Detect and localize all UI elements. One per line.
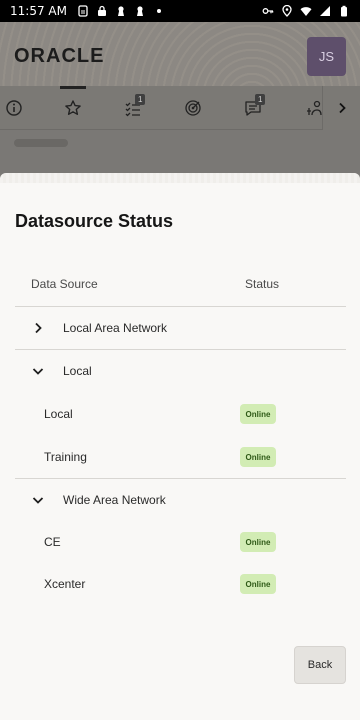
sim-icon: [77, 5, 89, 17]
datasource-name: CE: [44, 535, 61, 549]
dot-icon: [153, 5, 165, 17]
datasource-status-sheet: Datasource Status Data Source Status Loc…: [0, 173, 360, 720]
tab-goals[interactable]: [171, 86, 215, 130]
datasource-row: Local Online: [15, 393, 346, 436]
status-badge: Online: [240, 447, 276, 467]
table-header: Data Source Status: [15, 263, 346, 307]
star-icon: [65, 100, 81, 115]
wifi-icon: [300, 5, 312, 17]
keyhole-icon: [134, 5, 146, 17]
chevron-right-icon[interactable]: [31, 321, 45, 335]
chevron-right-icon: [338, 102, 346, 114]
group-name: Local Area Network: [63, 321, 168, 335]
datasource-row: Training Online: [15, 436, 346, 479]
group-row-local[interactable]: Local: [15, 350, 346, 393]
info-icon: [6, 100, 22, 116]
tab-scroll-right[interactable]: [322, 86, 360, 130]
datasource-row: CE Online: [15, 521, 346, 564]
location-icon: [281, 5, 293, 17]
people-icon: [307, 100, 322, 116]
avatar[interactable]: JS: [307, 37, 346, 76]
group-row-local-area-network[interactable]: Local Area Network: [15, 307, 346, 350]
messages-badge: 1: [255, 94, 266, 105]
checklist-badge: 1: [135, 94, 146, 105]
lock-icon: [96, 5, 108, 17]
oracle-logo: ORACLE: [14, 45, 105, 67]
status-badge: Online: [240, 404, 276, 424]
keyhole-icon: [115, 5, 127, 17]
signal-icon: [319, 5, 331, 17]
group-name: Local: [63, 364, 92, 378]
chevron-down-icon[interactable]: [31, 364, 45, 378]
status-badge: Online: [240, 532, 276, 552]
tab-messages[interactable]: 1: [231, 86, 275, 130]
tab-info[interactable]: [0, 86, 36, 130]
battery-icon: [338, 5, 350, 17]
chevron-down-icon[interactable]: [31, 493, 45, 507]
group-name: Wide Area Network: [63, 493, 166, 507]
status-bar: 11:57 AM: [0, 0, 360, 22]
tab-bar: 1 1: [0, 86, 360, 130]
status-badge: Online: [240, 574, 276, 594]
datasource-name: Training: [44, 450, 87, 464]
page-subtitle-area: [0, 131, 360, 161]
tab-favorites[interactable]: [51, 86, 95, 130]
target-icon: [185, 100, 201, 116]
tab-checklist[interactable]: 1: [111, 86, 155, 130]
group-row-wide-area-network[interactable]: Wide Area Network: [15, 479, 346, 522]
app-header: ORACLE JS: [0, 22, 360, 86]
datasource-name: Xcenter: [44, 577, 86, 591]
key-icon: [262, 5, 274, 17]
column-header-status: Status: [245, 277, 280, 291]
sheet-title: Datasource Status: [15, 211, 174, 231]
blurred-subtitle: [14, 139, 68, 147]
status-time: 11:57 AM: [10, 4, 67, 18]
column-header-data-source: Data Source: [31, 277, 98, 291]
sheet-grip: [0, 173, 360, 183]
datasource-name: Local: [44, 407, 73, 421]
datasource-row: Xcenter Online: [15, 563, 346, 606]
back-button[interactable]: Back: [294, 646, 346, 684]
